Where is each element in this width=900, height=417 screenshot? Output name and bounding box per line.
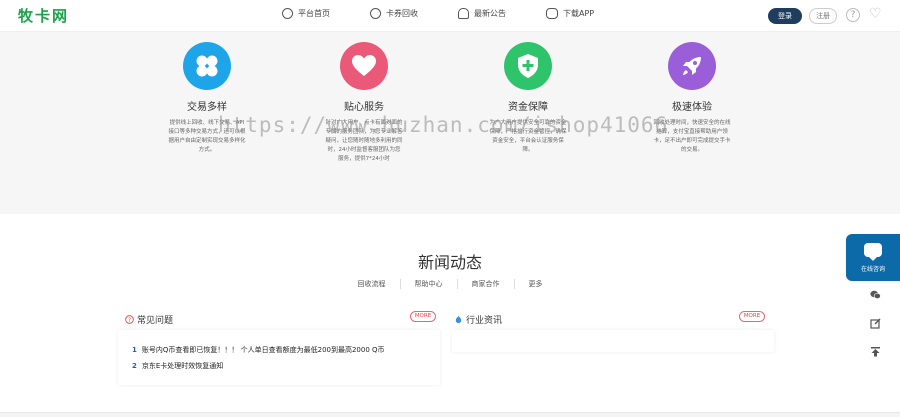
nav-item-notice[interactable]: 最新公告 <box>458 8 506 19</box>
chat-bubble-icon <box>864 243 882 261</box>
feature-title: 交易多样 <box>187 102 227 113</box>
main-nav: 平台首页 卡券回收 最新公告 下载APP <box>282 8 634 19</box>
page: 牧卡网 平台首页 卡券回收 最新公告 下载APP 登录 注册 ? ♡ 交易多样 … <box>0 0 900 417</box>
feature-desc: 提供线上回收、线下交易、API接口等多种交易方式，还可以根据用户自由定制实现交易… <box>168 120 246 153</box>
edit-feedback-icon[interactable] <box>870 318 881 332</box>
wechat-icon[interactable] <box>870 290 881 303</box>
question-icon: ? <box>125 315 134 324</box>
tab-recycle-process[interactable]: 回收流程 <box>344 279 400 289</box>
heart-icon <box>340 42 388 90</box>
svg-text:?: ? <box>128 318 131 324</box>
news-section-title: 新闻动态 <box>417 253 482 272</box>
rocket-icon <box>668 42 716 90</box>
feature-title: 极速体验 <box>672 102 712 113</box>
app-icon <box>546 8 558 19</box>
features-section: 交易多样 提供线上回收、线下交易、API接口等多种交易方式，还可以根据用户自由定… <box>0 32 900 214</box>
favorite-icon[interactable]: ♡ <box>869 6 882 22</box>
nav-item-label: 平台首页 <box>298 9 330 18</box>
faq-list-item[interactable]: 2 京东E卡处理时效恢复通知 <box>132 361 223 371</box>
news-icon <box>455 315 462 324</box>
nav-item-label: 卡券回收 <box>386 9 418 18</box>
help-icon[interactable]: ? <box>846 8 860 22</box>
faq-item-number: 1 <box>132 346 137 354</box>
nav-item-coupon[interactable]: 卡券回收 <box>370 8 418 19</box>
coupon-icon <box>370 8 381 19</box>
feature-title: 资金保障 <box>508 102 548 113</box>
back-to-top-icon[interactable] <box>870 346 881 360</box>
feature-desc: 针对广大用户，点卡有面对面的专属的服务团队，为您专业解答疑问，让您随时随地多利用… <box>325 120 403 162</box>
faq-panel-title: 常见问题 <box>137 316 174 326</box>
site-logo[interactable]: 牧卡网 <box>18 5 69 26</box>
faq-panel <box>118 330 440 385</box>
tab-more[interactable]: 更多 <box>513 279 557 289</box>
industry-panel <box>452 330 774 352</box>
chat-label: 在线咨询 <box>860 266 885 273</box>
bell-icon <box>458 8 469 19</box>
faq-item-text: 京东E卡处理时效恢复通知 <box>141 362 224 370</box>
faq-item-number: 2 <box>132 362 137 370</box>
feature-desc: 回收处理时间，快速安全的在线结算，支付宝直接帮助用户领卡，足不出户即可完成提交手… <box>653 120 731 153</box>
feature-desc: 为广大用户提供安全可靠的资金保障，严格执行资金管控，确保资金安全，平台会认证服务… <box>489 120 567 153</box>
bottom-scroll-edge <box>0 412 900 417</box>
news-subnav: 回收流程 帮助中心 商家合作 更多 <box>0 279 900 289</box>
faq-item-text: 账号内Q币查看即已恢复！！！ 个人单日查看额度为最低200到最高2000 Q币 <box>141 346 385 354</box>
industry-more-button[interactable]: MORE <box>739 311 765 322</box>
feature-service: 贴心服务 针对广大用户，点卡有面对面的专属的服务团队，为您专业解答疑问，让您随时… <box>319 42 409 164</box>
login-button[interactable]: 登录 <box>768 8 802 24</box>
faq-list-item[interactable]: 1 账号内Q币查看即已恢复！！！ 个人单日查看额度为最低200到最高2000 Q币 <box>132 345 385 355</box>
industry-panel-title: 行业资讯 <box>466 316 503 326</box>
home-icon <box>282 8 293 19</box>
top-header: 牧卡网 平台首页 卡券回收 最新公告 下载APP 登录 注册 ? ♡ <box>0 0 900 32</box>
shield-plus-icon <box>504 42 552 90</box>
register-button[interactable]: 注册 <box>809 8 837 24</box>
tab-business-cooperation[interactable]: 商家合作 <box>456 279 514 289</box>
faq-panel-header: ? 常见问题 <box>125 313 173 326</box>
tab-help-center[interactable]: 帮助中心 <box>399 279 457 289</box>
nav-item-app[interactable]: 下载APP <box>546 8 594 19</box>
nav-item-label: 最新公告 <box>474 9 506 18</box>
online-chat-button[interactable]: 在线咨询 <box>846 234 900 281</box>
nav-item-home[interactable]: 平台首页 <box>282 8 330 19</box>
clover-icon <box>183 42 231 90</box>
feature-trade-variety: 交易多样 提供线上回收、线下交易、API接口等多种交易方式，还可以根据用户自由定… <box>162 42 252 155</box>
feature-fast-experience: 极速体验 回收处理时间，快速安全的在线结算，支付宝直接帮助用户领卡，足不出户即可… <box>647 42 737 155</box>
faq-more-button[interactable]: MORE <box>410 311 436 322</box>
feature-fund-security: 资金保障 为广大用户提供安全可靠的资金保障，严格执行资金管控，确保资金安全，平台… <box>483 42 573 155</box>
nav-item-label: 下载APP <box>563 9 595 18</box>
industry-panel-header: 行业资讯 <box>454 313 502 326</box>
feature-title: 贴心服务 <box>344 102 384 113</box>
